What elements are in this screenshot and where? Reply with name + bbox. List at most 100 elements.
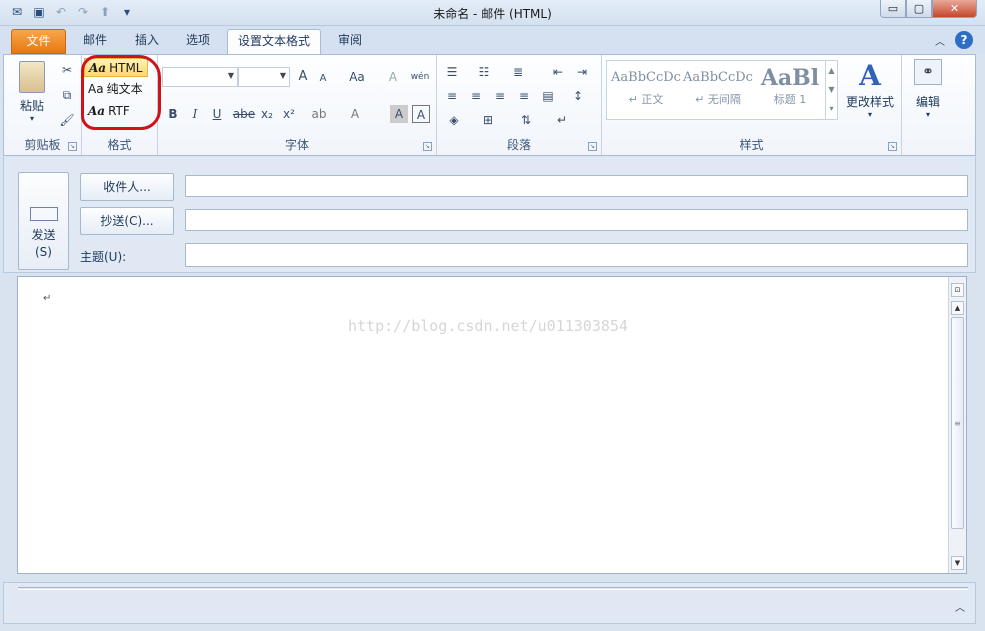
change-styles-label: 更改样式	[845, 95, 894, 109]
phonetic-guide-button[interactable]: wén	[408, 68, 432, 86]
styles-launcher-icon[interactable]: ↘	[888, 142, 897, 151]
superscript-button[interactable]: x²	[280, 105, 298, 123]
copy-icon[interactable]: ⧉	[58, 86, 76, 104]
change-styles-button[interactable]: A 更改样式 ▾	[842, 59, 898, 119]
sort-icon[interactable]: ⇅	[517, 111, 535, 129]
highlight-button[interactable]: ab	[310, 105, 328, 123]
ruler-toggle-icon[interactable]: ⊡	[951, 283, 964, 297]
font-color-button[interactable]: A	[346, 105, 364, 123]
justify-icon[interactable]: ≡	[515, 87, 533, 105]
clipboard-launcher-icon[interactable]: ↘	[68, 142, 77, 151]
cut-icon[interactable]: ✂	[58, 61, 76, 79]
shading-icon[interactable]: ◈	[445, 111, 463, 129]
send-label: 发送	[31, 228, 56, 242]
font-launcher-icon[interactable]: ↘	[423, 142, 432, 151]
splitter[interactable]	[18, 587, 968, 590]
align-left-icon[interactable]: ≡	[443, 87, 461, 105]
ribbon-tabs: 文件 邮件 插入 选项 设置文本格式 审阅 ︿ ?	[0, 26, 985, 55]
title-bar: ✉ ▣ ↶ ↷ ⬆ ▾ 未命名 - 邮件 (HTML) ▭ ▢ ✕	[0, 0, 985, 26]
shrink-font-button[interactable]: A	[314, 70, 332, 88]
increase-indent-icon[interactable]: ⇥	[573, 63, 591, 81]
distributed-icon[interactable]: ▤	[539, 87, 557, 105]
font-name-select[interactable]: ▼	[162, 67, 238, 87]
chevron-up-icon[interactable]: ▲	[826, 61, 837, 80]
vertical-scrollbar[interactable]: ⊡ ▲ ≡ ▼	[948, 277, 966, 573]
paste-label: 粘贴	[19, 99, 44, 113]
more-icon[interactable]: ▾	[826, 99, 837, 118]
to-field[interactable]	[185, 175, 968, 197]
clear-format-button[interactable]: A	[384, 68, 402, 86]
message-body[interactable]: ↵ http://blog.csdn.net/u011303854 ⊡ ▲ ≡ …	[17, 276, 967, 574]
decrease-indent-icon[interactable]: ⇤	[549, 63, 567, 81]
strikethrough-button[interactable]: abe	[232, 105, 256, 123]
paragraph-launcher-icon[interactable]: ↘	[588, 142, 597, 151]
binoculars-icon: ⚭	[914, 59, 942, 85]
send-button[interactable]: 发送 (S)	[18, 172, 69, 270]
window-title: 未命名 - 邮件 (HTML)	[433, 7, 552, 21]
underline-button[interactable]: U	[208, 105, 226, 123]
tab-review[interactable]: 审阅	[328, 29, 372, 54]
close-button[interactable]: ✕	[932, 0, 977, 18]
paste-button[interactable]: 粘贴 ▾	[12, 61, 52, 123]
grow-font-button[interactable]: A	[294, 68, 312, 86]
tab-insert[interactable]: 插入	[125, 29, 169, 54]
numbering-icon[interactable]: ☷	[475, 63, 493, 81]
subject-label: 主题(U):	[80, 250, 127, 264]
line-spacing-icon[interactable]: ↕	[569, 87, 587, 105]
chevron-up-icon[interactable]: ︿	[955, 599, 965, 614]
paragraph-group-label: 段落	[506, 138, 531, 152]
format-painter-icon[interactable]: 🖌	[58, 111, 76, 129]
bold-button[interactable]: B	[164, 105, 182, 123]
subscript-button[interactable]: x₂	[258, 105, 276, 123]
multilevel-list-icon[interactable]: ≣	[509, 63, 527, 81]
style-heading-1[interactable]: AaBl 标题 1	[755, 65, 825, 117]
clipboard-group: 粘贴 ▾ ✂ ⧉ 🖌 剪贴板 ↘	[4, 55, 82, 155]
font-group: ▼ ▼ A A Aa A wén B I U abe x₂ x² ab A A …	[158, 55, 437, 155]
change-case-button[interactable]: Aa	[344, 68, 370, 86]
change-styles-icon: A	[859, 59, 881, 92]
italic-button[interactable]: I	[186, 105, 204, 123]
editing-label: 编辑	[915, 95, 940, 109]
help-icon[interactable]: ?	[955, 31, 973, 49]
style-sample: AaBbCcDc	[683, 70, 753, 85]
chevron-down-icon: ▼	[227, 71, 234, 80]
style-name: ↵ 无间隔	[695, 93, 741, 106]
watermark: http://blog.csdn.net/u011303854	[348, 317, 628, 335]
chevron-down-icon[interactable]: ▼	[826, 80, 837, 99]
restore-button[interactable]: ▢	[906, 0, 932, 18]
tab-format-text[interactable]: 设置文本格式	[227, 29, 322, 55]
style-gallery: AaBbCcDc ↵ 正文 AaBbCcDc ↵ 无间隔 AaBl 标题 1 ▲…	[606, 60, 838, 120]
cc-button[interactable]: 抄送(C)...	[80, 207, 174, 235]
styles-group-label: 样式	[739, 138, 764, 152]
style-name: 标题 1	[773, 93, 807, 106]
minimize-button[interactable]: ▭	[880, 0, 906, 18]
align-right-icon[interactable]: ≡	[491, 87, 509, 105]
envelope-icon	[30, 207, 58, 221]
align-center-icon[interactable]: ≡	[467, 87, 485, 105]
scroll-down-icon[interactable]: ▼	[951, 556, 964, 570]
char-border-button[interactable]: A	[412, 105, 430, 123]
font-size-select[interactable]: ▼	[238, 67, 290, 87]
paragraph-mark: ↵	[43, 293, 52, 304]
chevron-down-icon: ▼	[279, 71, 286, 80]
annotation-circle	[81, 55, 161, 130]
subject-field[interactable]	[185, 243, 968, 267]
font-group-label: 字体	[284, 138, 309, 152]
tab-mail[interactable]: 邮件	[73, 29, 117, 54]
cc-field[interactable]	[185, 209, 968, 231]
tab-options[interactable]: 选项	[176, 29, 220, 54]
editing-button[interactable]: ⚭ 编辑 ▾	[908, 59, 948, 119]
scroll-up-icon[interactable]: ▲	[951, 301, 964, 315]
style-no-spacing[interactable]: AaBbCcDc ↵ 无间隔	[683, 65, 753, 117]
borders-icon[interactable]: ⊞	[479, 111, 497, 129]
gallery-scroll[interactable]: ▲ ▼ ▾	[825, 61, 837, 119]
people-pane-bar: ︿	[3, 582, 976, 624]
show-marks-icon[interactable]: ↵	[553, 111, 571, 129]
scroll-thumb[interactable]: ≡	[951, 317, 964, 529]
to-button[interactable]: 收件人...	[80, 173, 174, 201]
minimize-ribbon-icon[interactable]: ︿	[935, 33, 945, 48]
char-shading-button[interactable]: A	[390, 105, 408, 123]
style-normal[interactable]: AaBbCcDc ↵ 正文	[611, 65, 681, 117]
tab-file[interactable]: 文件	[11, 29, 66, 54]
bullets-icon[interactable]: ☰	[443, 63, 461, 81]
